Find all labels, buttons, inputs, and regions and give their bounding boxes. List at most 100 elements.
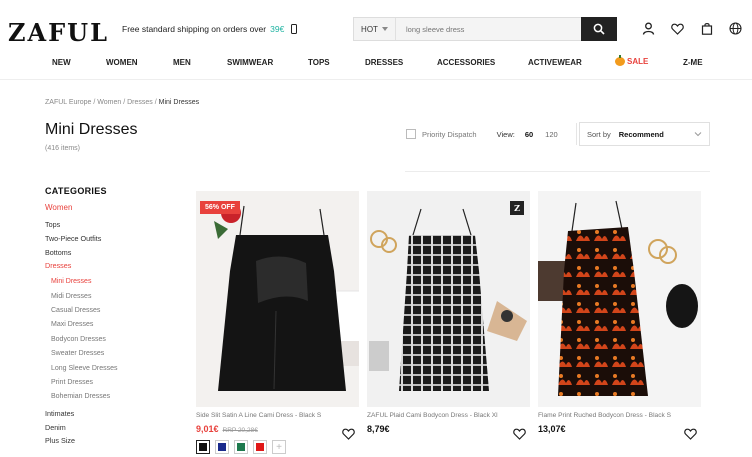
chevron-down-icon <box>694 132 702 137</box>
subcategory-long-sleeve-dresses[interactable]: Long Sleeve Dresses <box>51 362 185 376</box>
main-nav: NEW WOMEN MEN SWIMWEAR TOPS DRESSES ACCE… <box>0 52 752 76</box>
page-title: Mini Dresses <box>45 121 138 138</box>
cart-icon[interactable] <box>698 20 715 37</box>
product-photo <box>369 208 527 391</box>
product-price: 9,01€ RRP 20,28€ <box>196 424 359 434</box>
breadcrumb-item[interactable]: Dresses <box>127 99 153 106</box>
nav-dresses[interactable]: DRESSES <box>365 58 403 67</box>
view-label: View: <box>496 129 515 139</box>
category-dresses[interactable]: Dresses <box>45 259 185 273</box>
category-women[interactable]: Women <box>45 203 185 212</box>
product-card[interactable]: Flame Print Ruched Bodycon Dress - Black… <box>538 191 701 440</box>
nav-sale[interactable]: SALE <box>615 55 649 66</box>
search-icon <box>593 23 605 35</box>
search-category-label: HOT <box>361 24 378 34</box>
product-photo <box>538 200 698 396</box>
wishlist-heart-icon[interactable] <box>513 427 526 445</box>
swatch-black[interactable] <box>196 440 210 454</box>
subcategory-bodycon-dresses[interactable]: Bodycon Dresses <box>51 333 185 347</box>
subcategory-list: Mini Dresses Midi Dresses Casual Dresses… <box>51 275 185 405</box>
view-option-60[interactable]: 60 <box>525 130 533 139</box>
search-bar: HOT <box>353 17 617 41</box>
breadcrumb: ZAFUL Europe / Women / Dresses / Mini Dr… <box>45 99 199 106</box>
shipping-text: Free standard shipping on orders over <box>122 24 267 34</box>
subcategory-bohemian-dresses[interactable]: Bohemian Dresses <box>51 390 185 404</box>
product-photo <box>214 203 359 391</box>
product-card[interactable]: Z ZAFUL Plaid Cami Bodycon Dress - Black… <box>367 191 530 440</box>
item-count: (416 items) <box>45 145 81 152</box>
product-price: 13,07€ <box>538 424 566 434</box>
nav-accessories[interactable]: ACCESSORIES <box>437 58 495 67</box>
swatch-red[interactable] <box>253 440 267 454</box>
product-name[interactable]: Flame Print Ruched Bodycon Dress - Black… <box>538 412 701 419</box>
product-image[interactable]: Z <box>367 191 530 407</box>
category-two-piece-outfits[interactable]: Two-Piece Outfits <box>45 232 185 246</box>
nav-women[interactable]: WOMEN <box>106 58 138 67</box>
chevron-down-icon <box>381 27 388 31</box>
wishlist-icon[interactable] <box>669 20 686 37</box>
color-swatches: + <box>196 440 359 454</box>
pumpkin-icon <box>615 55 625 66</box>
price-value: 9,01€ <box>196 424 219 434</box>
globe-icon[interactable] <box>727 20 744 37</box>
subcategory-mini-dresses[interactable]: Mini Dresses <box>51 275 185 289</box>
nav-men[interactable]: MEN <box>173 58 191 67</box>
category-plus-size[interactable]: Plus Size <box>45 434 185 448</box>
category-intimates[interactable]: Intimates <box>45 407 185 421</box>
subcategory-maxi-dresses[interactable]: Maxi Dresses <box>51 318 185 332</box>
sort-select[interactable]: Sort by Recommend <box>579 122 710 146</box>
product-name[interactable]: ZAFUL Plaid Cami Bodycon Dress - Black X… <box>367 412 530 419</box>
product-card[interactable]: 56% OFF Side Slit Satin A Line Cami Dres… <box>196 191 359 454</box>
wishlist-heart-icon[interactable] <box>342 427 355 445</box>
category-list: Tops Two-Piece Outfits Bottoms Dresses <box>45 218 185 273</box>
category-sidebar: CATEGORIES Women Tops Two-Piece Outfits … <box>45 186 185 448</box>
product-name[interactable]: Side Slit Satin A Line Cami Dress - Blac… <box>196 412 359 419</box>
nav-activewear[interactable]: ACTIVEWEAR <box>528 58 582 67</box>
product-image[interactable]: 56% OFF <box>196 191 359 407</box>
category-denim[interactable]: Denim <box>45 421 185 435</box>
divider <box>405 171 710 172</box>
nav-swimwear[interactable]: SWIMWEAR <box>227 58 273 67</box>
phone-icon[interactable] <box>291 24 298 34</box>
logo[interactable]: ZAFUL <box>8 18 109 47</box>
account-icon[interactable] <box>640 20 657 37</box>
breadcrumb-item[interactable]: Women <box>97 99 121 106</box>
category-bottoms[interactable]: Bottoms <box>45 246 185 260</box>
site-header: ZAFUL Free standard shipping on orders o… <box>0 0 752 80</box>
rrp-price: RRP 20,28€ <box>222 427 258 434</box>
swatch-navy[interactable] <box>215 440 229 454</box>
breadcrumb-current: Mini Dresses <box>158 99 200 106</box>
swatch-green[interactable] <box>234 440 248 454</box>
shipping-amount: 39€ <box>270 24 285 34</box>
view-option-120[interactable]: 120 <box>545 130 558 139</box>
subcategory-print-dresses[interactable]: Print Dresses <box>51 376 185 390</box>
search-input[interactable] <box>396 18 581 40</box>
listing-toolbar: Priority Dispatch View: 60 120 <box>406 123 587 145</box>
nav-new[interactable]: NEW <box>52 58 71 67</box>
sort-label: Sort by <box>587 129 611 139</box>
nav-tops[interactable]: TOPS <box>308 58 330 67</box>
shipping-banner: Free standard shipping on orders over 39… <box>122 24 298 34</box>
product-price: 8,79€ <box>367 424 390 434</box>
more-swatches-button[interactable]: + <box>272 440 286 454</box>
subcategory-casual-dresses[interactable]: Casual Dresses <box>51 304 185 318</box>
search-category-select[interactable]: HOT <box>354 18 396 40</box>
subcategory-sweater-dresses[interactable]: Sweater Dresses <box>51 347 185 361</box>
priority-dispatch-label[interactable]: Priority Dispatch <box>422 130 477 139</box>
wishlist-heart-icon[interactable] <box>684 427 697 445</box>
category-tops[interactable]: Tops <box>45 218 185 232</box>
sort-value: Recommend <box>618 129 664 139</box>
nav-sale-label: SALE <box>627 57 649 66</box>
priority-dispatch-checkbox[interactable] <box>406 129 416 139</box>
divider <box>575 123 577 145</box>
discount-badge: 56% OFF <box>200 201 240 214</box>
search-button[interactable] <box>581 17 617 41</box>
brand-badge: Z <box>510 201 524 215</box>
header-icons <box>640 20 744 37</box>
categories-heading: CATEGORIES <box>45 186 107 196</box>
nav-z-me[interactable]: Z-ME <box>683 58 703 67</box>
breadcrumb-item[interactable]: ZAFUL Europe <box>45 99 91 106</box>
subcategory-midi-dresses[interactable]: Midi Dresses <box>51 290 185 304</box>
product-image[interactable] <box>538 191 701 407</box>
category-list: Intimates Denim Plus Size <box>45 407 185 448</box>
